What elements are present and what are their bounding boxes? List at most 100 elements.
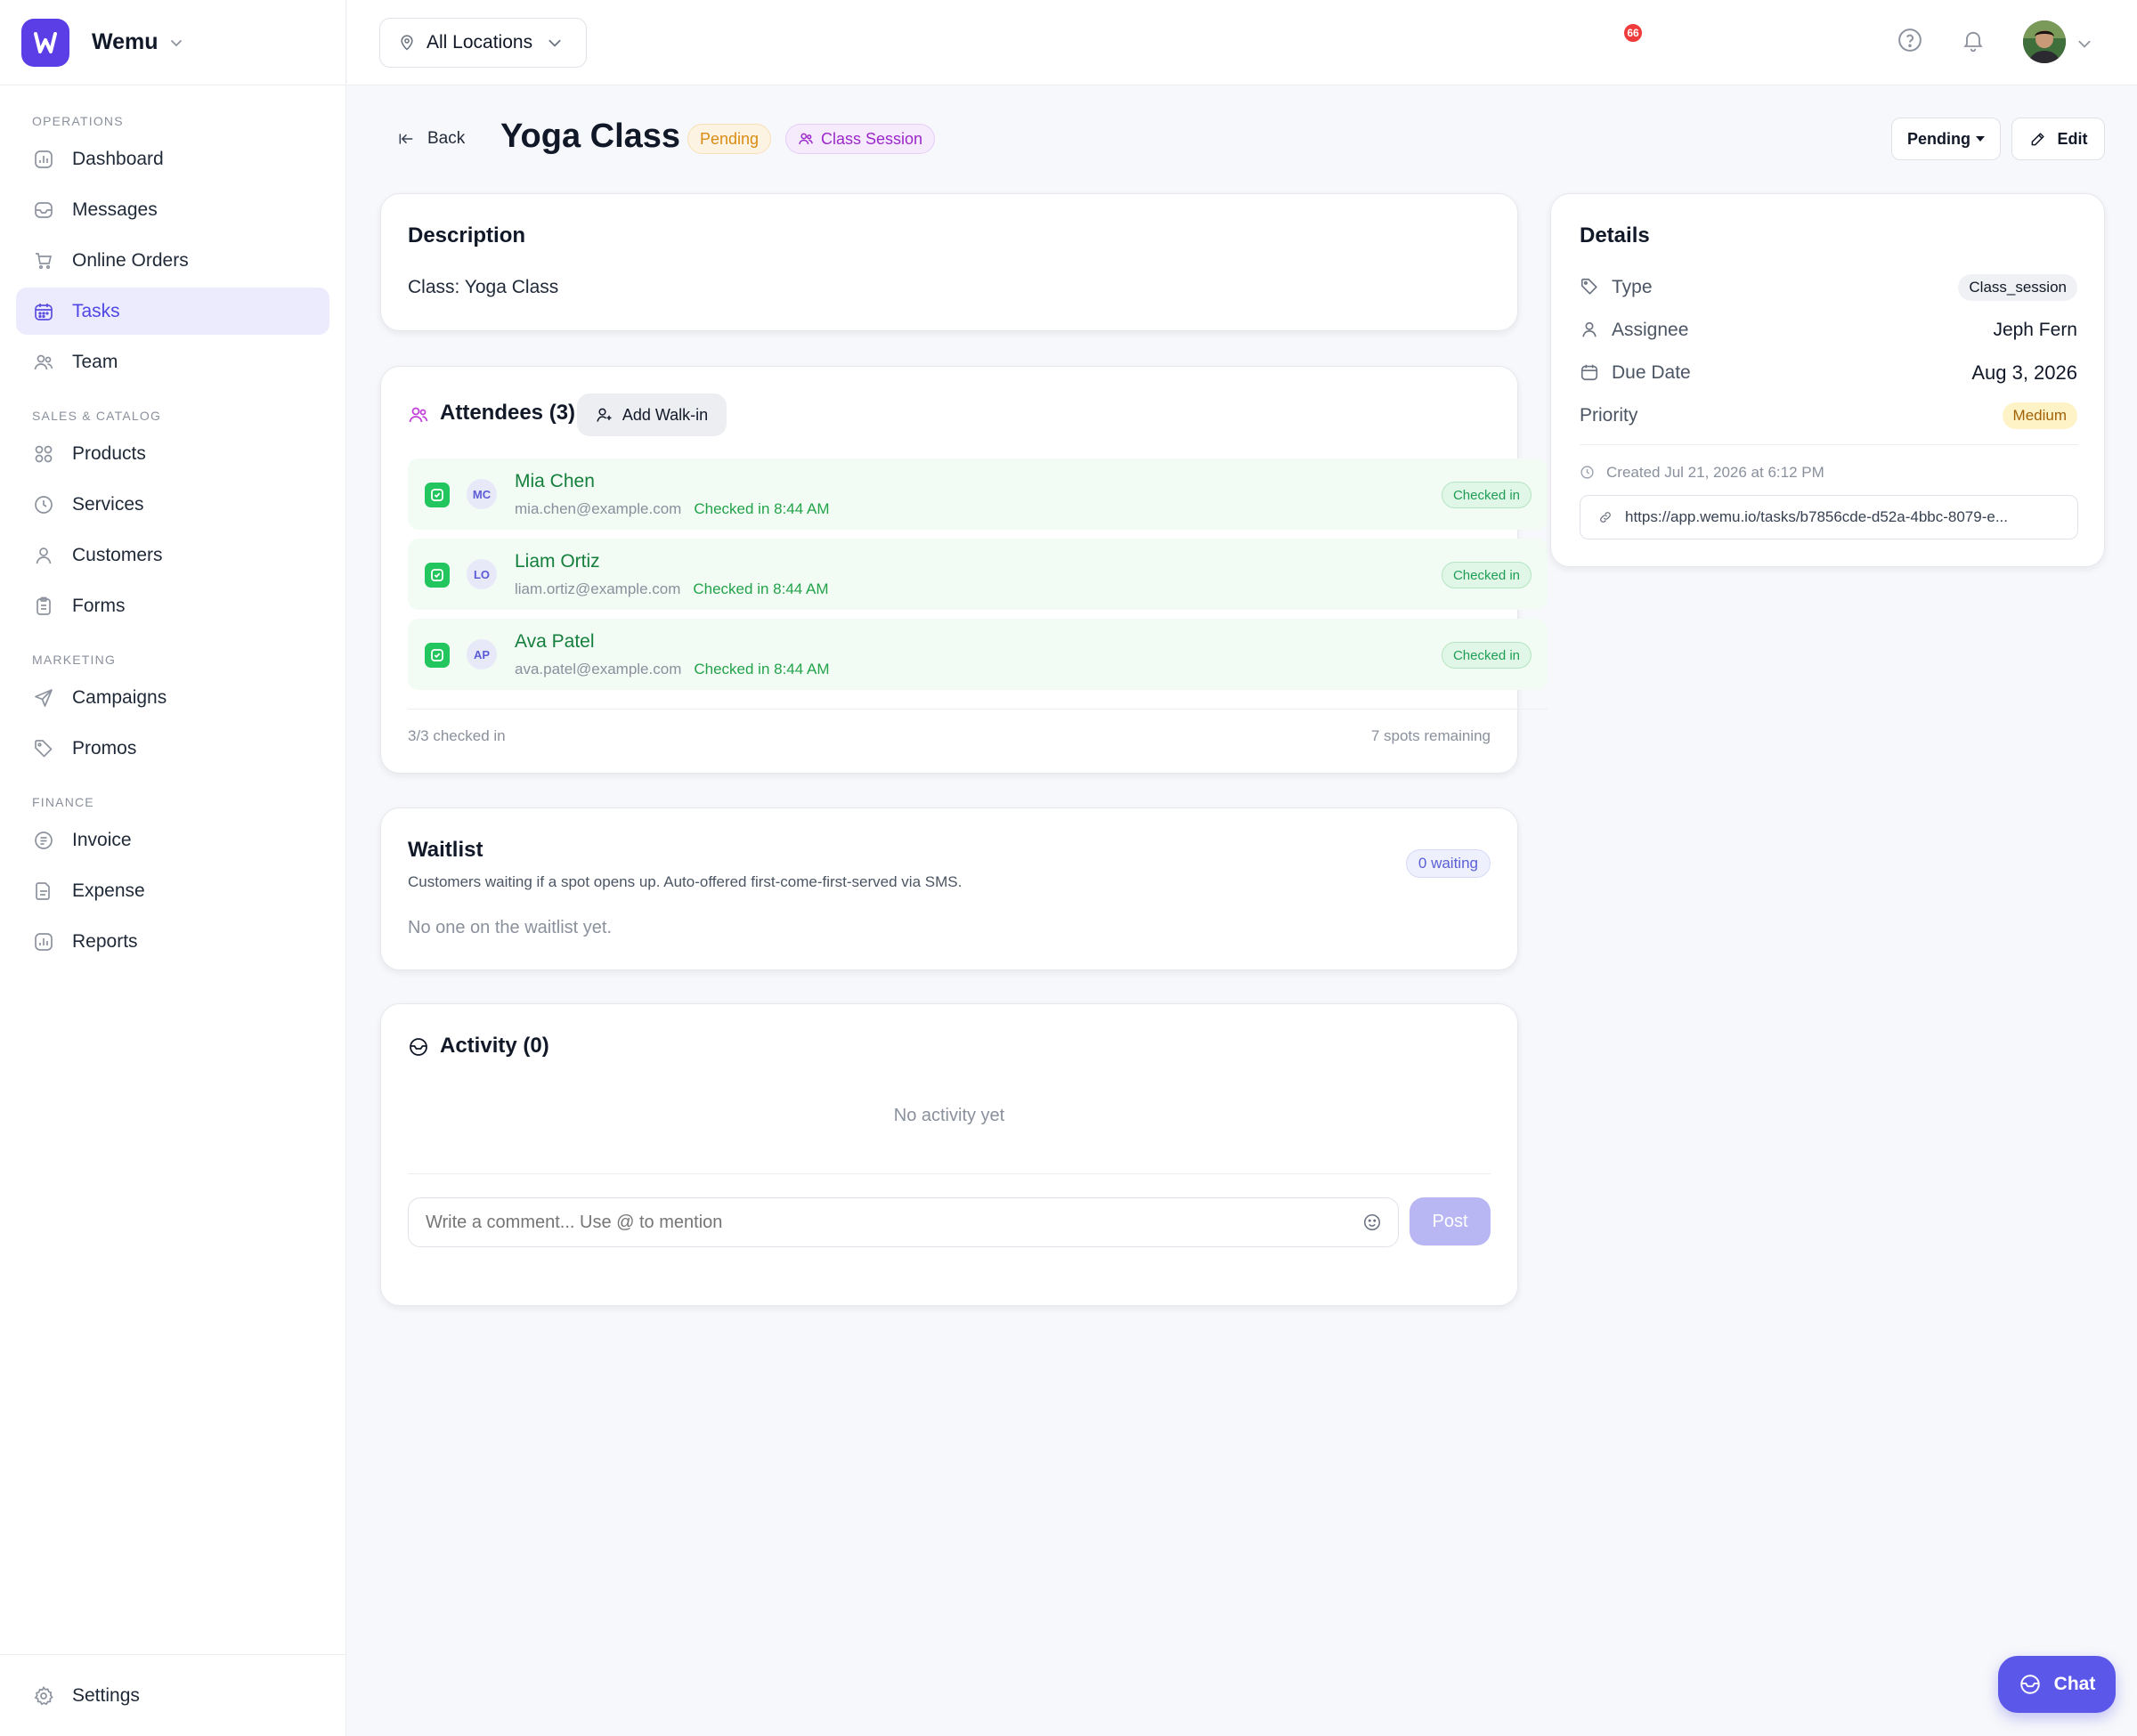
avatar: AP	[467, 639, 497, 669]
sidebar-item-label: Forms	[72, 595, 126, 616]
chart-icon	[32, 148, 55, 171]
brand-switcher[interactable]: Wemu	[0, 0, 345, 85]
sidebar-item-label: Products	[72, 442, 146, 464]
sidebar-item-label: Dashboard	[72, 148, 164, 169]
sidebar-item-label: Services	[72, 493, 144, 515]
attendee-row[interactable]: MC Mia Chen mia.chen@example.com Checked …	[408, 458, 1548, 530]
waitlist-count-badge: 0 waiting	[1405, 849, 1491, 878]
sidebar-item-expense[interactable]: Expense	[16, 867, 329, 914]
sidebar-item-products[interactable]: Products	[16, 430, 329, 477]
sidebar-item-customers[interactable]: Customers	[16, 531, 329, 579]
activity-empty-text: No activity yet	[893, 1106, 1005, 1125]
invoice-icon	[32, 829, 55, 852]
sidebar-item-messages[interactable]: Messages	[16, 186, 329, 233]
help-icon[interactable]	[1897, 27, 1923, 53]
sidebar: Wemu OPERATIONS Dashboard Messages Onlin…	[0, 0, 346, 1736]
calendar-icon	[1580, 362, 1599, 382]
users-icon	[32, 351, 55, 374]
sidebar-item-label: Messages	[72, 199, 158, 220]
clock-icon	[1580, 465, 1595, 480]
detail-label-due-date: Due Date	[1612, 362, 1691, 383]
sidebar-item-promos[interactable]: Promos	[16, 725, 329, 772]
divider	[1580, 444, 2078, 445]
task-url-field[interactable]: https://app.wemu.io/tasks/b7856cde-d52a-…	[1580, 495, 2078, 539]
sidebar-item-invoice[interactable]: Invoice	[16, 816, 329, 864]
checkbox-checked-icon[interactable]	[425, 563, 450, 588]
details-title: Details	[1580, 223, 1650, 247]
sidebar-nav: OPERATIONS Dashboard Messages Online Ord…	[0, 85, 345, 965]
checkbox-checked-icon[interactable]	[425, 483, 450, 507]
user-plus-icon	[596, 406, 613, 424]
description-text: Class: Yoga Class	[408, 277, 559, 297]
bell-icon[interactable]	[1961, 27, 1986, 53]
attendee-name: Liam Ortiz	[515, 551, 600, 572]
avatar: MC	[467, 479, 497, 509]
activity-title: Activity (0)	[440, 1034, 549, 1058]
chat-button[interactable]: Chat	[1998, 1656, 2116, 1713]
nav-section-label: OPERATIONS	[32, 114, 124, 128]
sidebar-item-settings[interactable]: Settings	[16, 1672, 329, 1719]
sidebar-item-label: Promos	[72, 737, 137, 758]
attendees-title: Attendees (3)	[440, 401, 576, 425]
sidebar-item-label: Expense	[72, 880, 145, 901]
sidebar-item-online-orders[interactable]: Online Orders	[16, 237, 329, 284]
sidebar-item-tasks[interactable]: Tasks	[16, 288, 329, 335]
avatar[interactable]	[2023, 20, 2066, 63]
waitlist-subtitle: Customers waiting if a spot opens up. Au…	[408, 873, 963, 890]
emoji-icon[interactable]	[1362, 1213, 1382, 1232]
sidebar-item-label: Online Orders	[72, 249, 189, 271]
users-icon	[798, 131, 821, 147]
attendee-checkin-time: Checked in 8:44 AM	[694, 661, 830, 677]
sidebar-item-team[interactable]: Team	[16, 338, 329, 385]
waitlist-empty-text: No one on the waitlist yet.	[408, 918, 613, 937]
edit-button[interactable]: Edit	[2011, 118, 2105, 160]
sidebar-item-reports[interactable]: Reports	[16, 918, 329, 965]
sidebar-item-label: Customers	[72, 544, 163, 565]
calendar-icon	[32, 300, 55, 323]
notification-badge: 66	[1622, 22, 1644, 44]
attendees-card: Attendees (3) Add Walk-in MC Mia Chen mi…	[380, 366, 1548, 774]
topbar: All Locations	[347, 0, 2137, 85]
comment-input-wrapper	[408, 1197, 1399, 1247]
chevron-down-icon[interactable]	[2076, 36, 2092, 52]
attendee-row[interactable]: LO Liam Ortiz liam.ortiz@example.com Chec…	[408, 539, 1548, 610]
back-button[interactable]: Back	[397, 126, 465, 151]
sidebar-item-forms[interactable]: Forms	[16, 582, 329, 629]
attendee-email: liam.ortiz@example.com	[515, 580, 681, 597]
sidebar-item-label: Team	[72, 351, 118, 372]
type-value-badge: Class_session	[1958, 274, 2077, 301]
detail-label-priority: Priority	[1580, 405, 1638, 426]
chevron-down-icon	[547, 35, 563, 51]
comment-input[interactable]	[409, 1198, 1353, 1246]
post-button[interactable]: Post	[1410, 1197, 1491, 1245]
checkbox-checked-icon[interactable]	[425, 643, 450, 668]
clock-icon	[32, 493, 55, 516]
sidebar-item-services[interactable]: Services	[16, 481, 329, 528]
status-dropdown-label: Pending	[1907, 129, 1970, 148]
attendee-meta: ava.patel@example.com Checked in 8:44 AM	[515, 661, 830, 678]
user-icon	[1580, 320, 1599, 339]
nav-section-label: FINANCE	[32, 795, 94, 809]
attendee-row[interactable]: AP Ava Patel ava.patel@example.com Checke…	[408, 619, 1548, 690]
detail-label-assignee: Assignee	[1612, 320, 1689, 340]
chat-icon	[2019, 1673, 2054, 1696]
page-title: Yoga Class	[500, 118, 681, 155]
brand-name: Wemu	[92, 29, 158, 54]
attendee-name: Mia Chen	[515, 471, 595, 491]
location-select[interactable]: All Locations	[379, 18, 587, 68]
clipboard-icon	[32, 595, 55, 618]
divider	[408, 709, 1548, 710]
sidebar-item-label: Campaigns	[72, 686, 167, 708]
spots-remaining: 7 spots remaining	[1370, 727, 1491, 744]
sidebar-item-campaigns[interactable]: Campaigns	[16, 674, 329, 721]
attendee-meta: mia.chen@example.com Checked in 8:44 AM	[515, 500, 830, 518]
grid-icon	[32, 442, 55, 466]
inbox-icon	[32, 199, 55, 222]
status-badge: Checked in	[1441, 482, 1532, 508]
description-card: Description Class: Yoga Class	[380, 193, 1518, 331]
attendee-name: Ava Patel	[515, 631, 595, 652]
add-walk-in-button[interactable]: Add Walk-in	[577, 393, 727, 436]
status-dropdown-button[interactable]: Pending	[1891, 118, 2001, 160]
back-label: Back	[427, 129, 466, 148]
sidebar-item-dashboard[interactable]: Dashboard	[16, 135, 329, 183]
